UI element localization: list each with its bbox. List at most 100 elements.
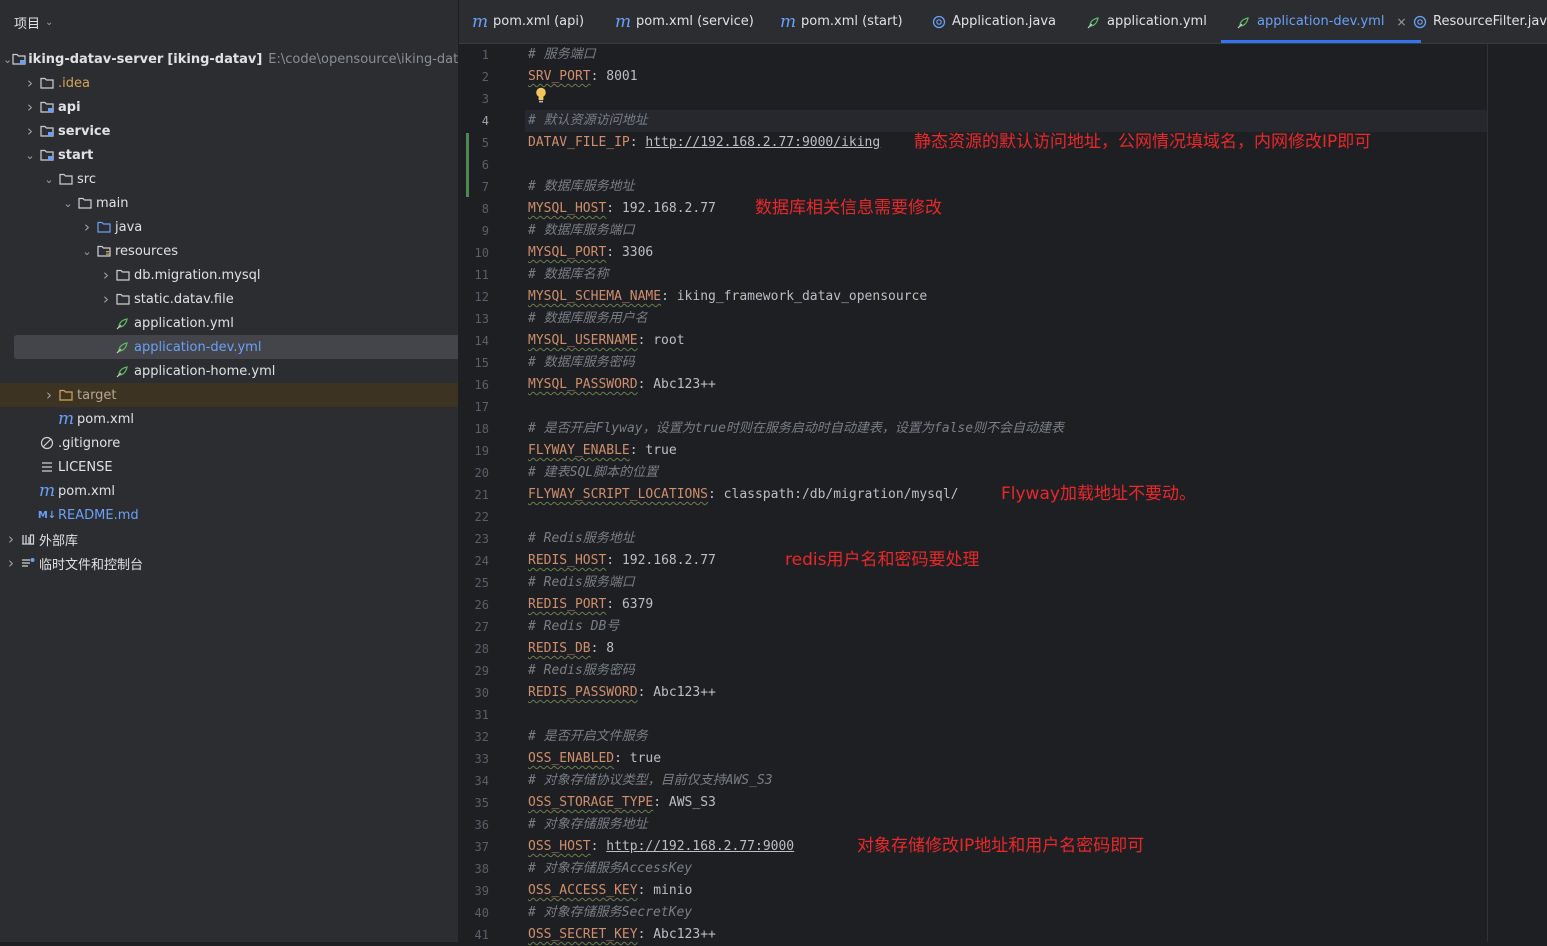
yaml-url-value[interactable]: http://192.168.2.77:9000 <box>606 839 794 854</box>
code-line[interactable]: MYSQL_SCHEMA_NAME: iking_framework_datav… <box>528 286 927 308</box>
code-line[interactable]: MYSQL_PASSWORD: Abc123++ <box>528 374 716 396</box>
code-line[interactable]: # 是否开启Flyway，设置为true时则在服务启动时自动建表，设置为fals… <box>528 418 1064 440</box>
code-line[interactable]: # Redis服务地址 <box>528 528 635 550</box>
tree-item-label: .idea <box>58 75 90 91</box>
code-line[interactable]: # 数据库服务密码 <box>528 352 635 374</box>
code-line[interactable]: # 对象存储服务AccessKey <box>528 858 692 880</box>
tree-item-start[interactable]: ⌄ start <box>0 143 458 167</box>
module-path: E:\code\opensource\iking-datav-serv <box>268 51 459 67</box>
code-line[interactable]: # 默认资源访问地址 <box>528 110 648 132</box>
editor-tab[interactable]: application.yml <box>1085 0 1207 43</box>
tree-item-api[interactable]: › api <box>0 95 458 119</box>
chevron-right-icon[interactable]: › <box>22 98 38 116</box>
code-line[interactable]: FLYWAY_SCRIPT_LOCATIONS: classpath:/db/m… <box>528 484 958 506</box>
code-line[interactable]: # 对象存储服务地址 <box>528 814 648 836</box>
code-area[interactable]: # 服务端口 SRV_PORT: 8001 # 默认资源访问地址 DATAV_FILE… <box>525 44 1487 942</box>
yaml-key: MYSQL_USERNAME <box>528 333 638 348</box>
tree-item-root[interactable]: ⌄ iking-datav-server [iking-datav] E:\code\… <box>0 47 459 71</box>
code-line[interactable]: REDIS_DB: 8 <box>528 638 614 660</box>
tree-item-scratches[interactable]: › 临时文件和控制台 <box>0 551 458 575</box>
red-annotation: 数据库相关信息需要修改 <box>755 198 942 218</box>
yaml-url-value[interactable]: http://192.168.2.77:9000/iking <box>645 135 880 150</box>
line-number: 23 <box>474 532 489 546</box>
code-line[interactable]: DATAV_FILE_IP: http://192.168.2.77:9000/… <box>528 132 880 154</box>
code-line[interactable]: # 数据库服务用户名 <box>528 308 648 330</box>
code-line[interactable]: # 建表SQL脚本的位置 <box>528 462 658 484</box>
chevron-right-icon[interactable]: › <box>3 554 19 572</box>
editor-tab[interactable]: m pom.xml (start) <box>779 0 903 43</box>
code-line[interactable]: SRV_PORT: 8001 <box>528 66 638 88</box>
yaml-key: REDIS_DB <box>528 641 591 656</box>
code-line[interactable]: REDIS_PASSWORD: Abc123++ <box>528 682 716 704</box>
line-number: 4 <box>481 114 489 128</box>
tree-item-license[interactable]: LICENSE <box>0 455 458 479</box>
tree-item-start-pom[interactable]: m pom.xml <box>0 407 458 431</box>
code-line[interactable]: REDIS_PORT: 6379 <box>528 594 653 616</box>
code-line[interactable]: # 对象存储协议类型，目前仅支持AWS_S3 <box>528 770 773 792</box>
code-line[interactable]: OSS_ENABLED: true <box>528 748 661 770</box>
tree-item-idea[interactable]: › .idea <box>0 71 458 95</box>
close-icon[interactable]: × <box>1396 15 1406 29</box>
code-line[interactable]: REDIS_HOST: 192.168.2.77 <box>528 550 716 572</box>
tree-item-root-pom[interactable]: m pom.xml <box>0 479 458 503</box>
chevron-right-icon[interactable]: › <box>79 218 95 236</box>
code-line[interactable]: OSS_SECRET_KEY: Abc123++ <box>528 924 716 946</box>
tree-item-static-datav[interactable]: › static.datav.file <box>0 287 458 311</box>
code-line[interactable]: # Redis DB号 <box>528 616 619 638</box>
chevron-down-icon[interactable]: ⌄ <box>22 149 38 162</box>
chevron-down-icon[interactable]: ⌄ <box>60 197 76 210</box>
code-line[interactable]: # 是否开启文件服务 <box>528 726 648 748</box>
chevron-right-icon[interactable]: › <box>98 290 114 308</box>
code-line[interactable]: # 数据库服务端口 <box>528 220 635 242</box>
chevron-right-icon[interactable]: › <box>22 122 38 140</box>
module-tag: [iking-datav] <box>167 51 263 67</box>
code-line[interactable]: FLYWAY_ENABLE: true <box>528 440 677 462</box>
tree-item-gitignore[interactable]: .gitignore <box>0 431 458 455</box>
tree-item-target[interactable]: › target <box>0 383 458 407</box>
chevron-right-icon[interactable]: › <box>22 74 38 92</box>
code-line[interactable]: MYSQL_USERNAME: root <box>528 330 685 352</box>
editor-tab[interactable]: m pom.xml (service) <box>614 0 754 43</box>
code-line[interactable]: MYSQL_HOST: 192.168.2.77 <box>528 198 716 220</box>
chevron-down-icon[interactable]: ⌄ <box>41 173 57 186</box>
code-line[interactable]: OSS_ACCESS_KEY: minio <box>528 880 692 902</box>
tree-item-application-dev-yml[interactable]: application-dev.yml <box>0 335 458 359</box>
tree-item-src[interactable]: ⌄ src <box>0 167 458 191</box>
editor-tab[interactable]: m pom.xml (api) <box>471 0 584 43</box>
yaml-colon: : <box>590 69 607 84</box>
tree-item-java[interactable]: › java <box>0 215 458 239</box>
chevron-right-icon[interactable]: › <box>98 266 114 284</box>
code-line[interactable]: # 服务端口 <box>528 44 596 66</box>
code-line[interactable]: # Redis服务端口 <box>528 572 635 594</box>
tree-item-application-yml[interactable]: application.yml <box>0 311 458 335</box>
tree-item-application-home-yml[interactable]: application-home.yml <box>0 359 458 383</box>
maven-icon: m <box>38 481 56 501</box>
project-panel-header[interactable]: 项目 ⌄ <box>0 0 458 44</box>
yaml-colon: : <box>606 553 622 568</box>
yaml-colon: : <box>637 883 654 898</box>
lightbulb-icon[interactable] <box>534 86 548 104</box>
code-line[interactable]: # Redis服务密码 <box>528 660 635 682</box>
tree-item-db-migration[interactable]: › db.migration.mysql <box>0 263 458 287</box>
chevron-down-icon[interactable]: ⌄ <box>3 53 12 66</box>
editor-tab[interactable]: application-dev.yml × <box>1221 0 1420 43</box>
code-line[interactable]: OSS_STORAGE_TYPE: AWS_S3 <box>528 792 716 814</box>
chevron-right-icon[interactable]: › <box>3 530 19 548</box>
tree-item-readme[interactable]: M↓ README.md <box>0 503 458 527</box>
java-class-icon <box>930 15 948 29</box>
code-line[interactable]: MYSQL_PORT: 3306 <box>528 242 653 264</box>
editor-tab[interactable]: Application.java <box>930 0 1056 43</box>
tree-item-service[interactable]: › service <box>0 119 458 143</box>
editor-tab[interactable]: ResourceFilter.java <box>1411 0 1547 43</box>
tree-item-resources[interactable]: ⌄ resources <box>0 239 458 263</box>
line-number: 6 <box>481 158 489 172</box>
code-line[interactable]: # 数据库服务地址 <box>528 176 635 198</box>
code-line[interactable]: # 对象存储服务SecretKey <box>528 902 692 924</box>
chevron-down-icon[interactable]: ⌄ <box>79 245 95 258</box>
chevron-right-icon[interactable]: › <box>41 386 57 404</box>
tree-item-label: service <box>58 123 111 139</box>
tree-item-main[interactable]: ⌄ main <box>0 191 458 215</box>
code-line[interactable]: OSS_HOST: http://192.168.2.77:9000 <box>528 836 794 858</box>
tree-item-external-libraries[interactable]: › 外部库 <box>0 527 458 551</box>
code-line[interactable]: # 数据库名称 <box>528 264 609 286</box>
